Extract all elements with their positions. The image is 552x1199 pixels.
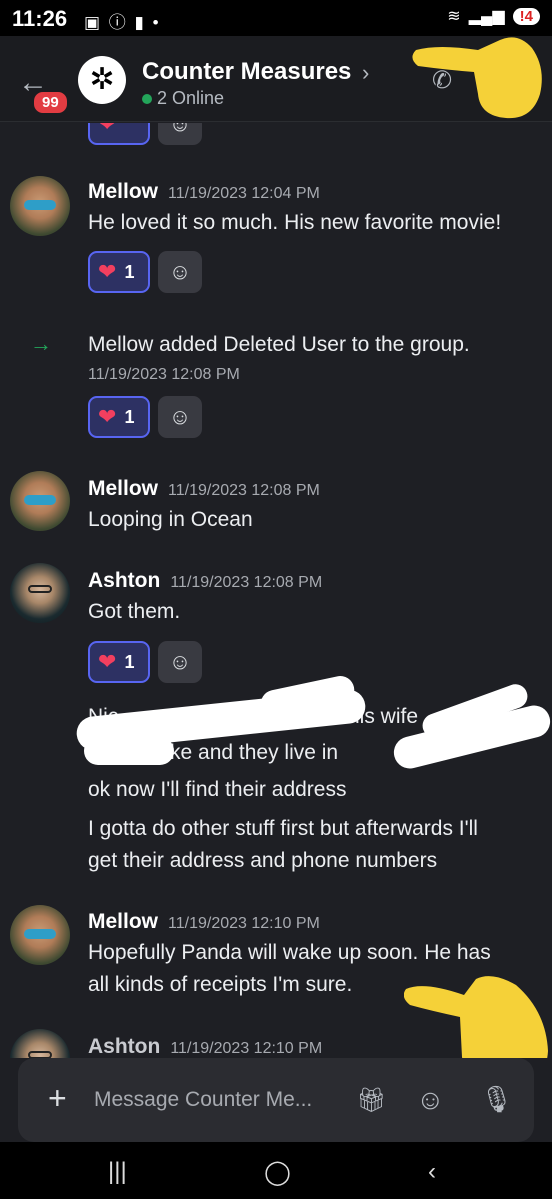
add-reaction-icon[interactable]: ☺	[158, 641, 202, 683]
reaction-count: 1	[124, 261, 135, 282]
message-text: get their address and phone numbers	[88, 849, 438, 872]
message-timestamp: 11/19/2023 12:08 PM	[88, 366, 240, 383]
home-icon[interactable]: ◯	[264, 1158, 291, 1187]
reaction-chip[interactable]: ❤ 1	[88, 396, 150, 438]
heart-reaction-icon: ❤	[98, 259, 117, 284]
message-composer: + Message Counter Me... 🎁︎ ☺ 🎙︎	[18, 1058, 534, 1142]
message-list[interactable]: ❤ ☺ Mellow 11/19/2023 12:04 PM He loved i…	[0, 123, 552, 1058]
unread-badge: 99	[32, 90, 69, 115]
message-author[interactable]: Mellow 11/19/2023 12:08 PM	[88, 477, 320, 501]
message-author[interactable]: Mellow 11/19/2023 12:10 PM	[88, 910, 320, 934]
reaction-chip[interactable]: ❤ 1	[88, 641, 150, 683]
add-reaction-icon[interactable]: ☺	[158, 123, 202, 145]
online-dot	[142, 94, 152, 104]
avatar[interactable]	[10, 563, 70, 623]
message-text: ok now I'll find their address	[88, 778, 347, 801]
back-icon[interactable]: ‹	[428, 1158, 436, 1186]
chevron-right-icon[interactable]: ›	[362, 60, 369, 86]
add-reaction-icon[interactable]: ☺	[158, 251, 202, 293]
message-timestamp: 11/19/2023 12:08 PM	[168, 482, 320, 499]
redaction-scribble	[84, 737, 174, 765]
heart-reaction-icon: ❤	[98, 649, 117, 674]
mic-icon[interactable]: 🎙︎	[480, 1084, 513, 1115]
message-text: all kinds of receipts I'm sure.	[88, 973, 353, 996]
system-nav-bar: ||| ◯ ‹	[0, 1142, 552, 1199]
channel-header: ← 99 ✲ Counter Measures › 2 Online ✆	[0, 36, 552, 122]
message-timestamp: 11/19/2023 12:10 PM	[168, 915, 320, 932]
status-right: ≋ ▂▄▆ !4	[447, 6, 540, 26]
avatar[interactable]	[10, 176, 70, 236]
message-text: Got them.	[88, 600, 181, 623]
online-status: 2 Online	[142, 88, 224, 109]
gift-icon[interactable]: 🎁︎	[356, 1086, 386, 1115]
pointing-hand-overlay	[404, 976, 548, 1058]
message-text: Hopefully Panda will wake up soon. He ha…	[88, 941, 491, 964]
status-icons: ▣ ⓘ ▮ •	[84, 13, 161, 32]
message-text: He loved it so much. His new favorite mo…	[88, 211, 502, 234]
wifi-icon: ≋	[447, 8, 461, 25]
message-text: Looping in Ocean	[88, 508, 253, 531]
status-time: 11:26	[12, 6, 68, 31]
message-input[interactable]: Message Counter Me...	[94, 1088, 312, 1112]
message-author[interactable]: Mellow 11/19/2023 12:04 PM	[88, 180, 320, 204]
online-label: 2 Online	[157, 88, 225, 108]
message-timestamp: 11/19/2023 12:04 PM	[168, 185, 320, 202]
reaction-chip-partial[interactable]: ❤	[88, 123, 150, 145]
plus-icon[interactable]: +	[48, 1080, 67, 1117]
pointing-hand-overlay	[412, 37, 542, 119]
heart-reaction-icon: ❤	[98, 404, 117, 429]
recent-apps-icon[interactable]: |||	[108, 1158, 127, 1186]
reaction-count: 1	[124, 406, 135, 427]
message-text: I gotta do other stuff first but afterwa…	[88, 817, 478, 840]
system-message: Mellow added Deleted User to the group.	[88, 333, 470, 356]
reaction-chip[interactable]: ❤ 1	[88, 251, 150, 293]
group-icon[interactable]: ✲	[78, 56, 126, 104]
message-author[interactable]: Ashton 11/19/2023 12:08 PM	[88, 569, 322, 593]
reaction-count: 1	[124, 651, 135, 672]
message-text: ke and they live in	[170, 741, 339, 764]
heart-reaction-icon: ❤	[98, 123, 117, 136]
message-timestamp: 11/19/2023 12:08 PM	[170, 574, 323, 591]
avatar[interactable]	[10, 1029, 70, 1058]
message-author[interactable]: Ashton 11/19/2023 12:10 PM	[88, 1035, 322, 1058]
avatar[interactable]	[10, 905, 70, 965]
emoji-icon[interactable]: ☺	[416, 1084, 445, 1116]
message-timestamp: 11/19/2023 12:10 PM	[170, 1040, 323, 1057]
group-name[interactable]: Counter Measures	[142, 58, 351, 86]
notification-badge: !4	[512, 7, 540, 25]
add-reaction-icon[interactable]: ☺	[158, 396, 202, 438]
avatar[interactable]	[10, 471, 70, 531]
signal-icon: ▂▄▆	[468, 8, 505, 25]
join-arrow-icon: →	[30, 331, 52, 356]
